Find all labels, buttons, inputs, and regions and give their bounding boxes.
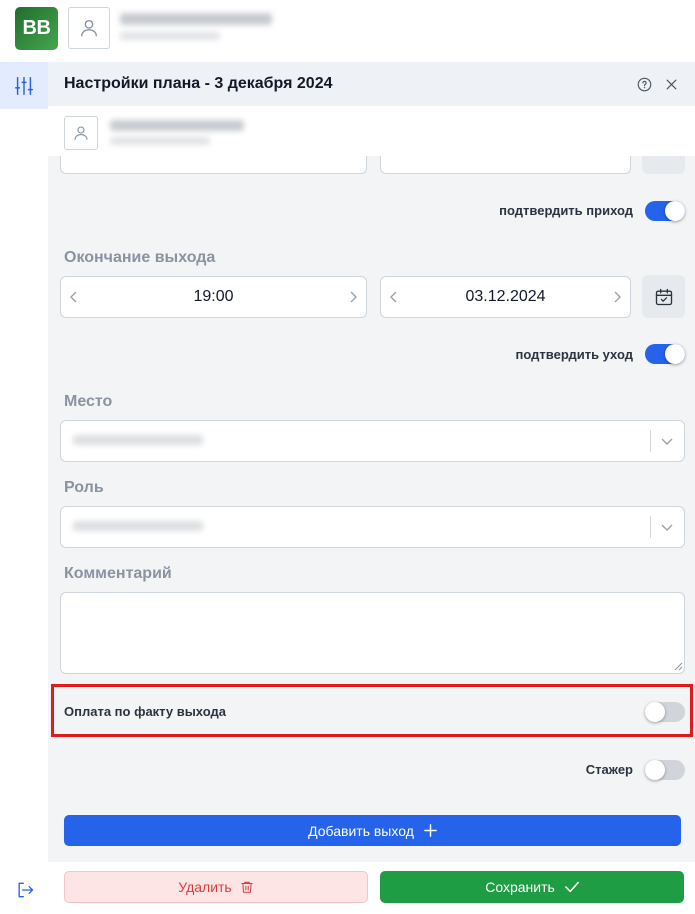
chevron-right-icon[interactable] <box>610 289 624 305</box>
logout-icon <box>18 882 34 898</box>
close-icon <box>666 79 676 89</box>
place-label: Место <box>64 393 113 410</box>
save-button[interactable]: Сохранить <box>380 871 684 903</box>
trash-icon <box>240 881 253 893</box>
chevron-right-icon[interactable] <box>346 289 360 305</box>
plan-settings-panel: Настройки плана - 3 декабря 2024 <box>48 62 695 862</box>
delete-label: Удалить <box>178 879 232 895</box>
exit-end-calendar-button[interactable] <box>642 275 685 318</box>
highlight-frame <box>51 684 693 737</box>
plus-icon <box>424 824 437 837</box>
place-value-redacted <box>73 435 203 445</box>
user-avatar[interactable] <box>68 7 110 49</box>
sliders-icon <box>15 76 33 95</box>
user-icon <box>74 126 88 140</box>
place-select[interactable] <box>60 420 685 462</box>
save-label: Сохранить <box>485 879 555 895</box>
chevron-down-icon[interactable] <box>660 519 674 535</box>
panel-header: Настройки плана - 3 декабря 2024 <box>48 62 695 106</box>
comment-label: Комментарий <box>64 565 172 582</box>
employee-subtitle-redacted <box>110 137 210 145</box>
logout-button[interactable] <box>14 879 36 901</box>
calendar-check-icon <box>655 288 672 305</box>
delete-button[interactable]: Удалить <box>64 871 368 903</box>
role-value-redacted <box>73 521 203 531</box>
trainee-label: Стажер <box>585 762 633 777</box>
help-circle-icon <box>637 77 651 91</box>
exit-end-date-value: 03.12.2024 <box>465 288 546 305</box>
resize-handle-icon[interactable] <box>674 662 683 671</box>
settings-rail-item[interactable] <box>0 62 48 109</box>
add-exit-button[interactable]: Добавить выход <box>64 815 681 846</box>
comment-textarea[interactable] <box>60 592 685 674</box>
exit-end-time-field[interactable]: 19:00 <box>60 276 367 318</box>
check-icon <box>564 881 579 893</box>
chevron-down-icon[interactable] <box>660 433 674 449</box>
user-name-redacted <box>120 13 272 25</box>
employee-name-redacted <box>110 120 244 131</box>
confirm-departure-toggle[interactable] <box>645 344 685 364</box>
confirm-arrival-label: подтвердить приход <box>499 203 633 218</box>
user-subtitle-redacted <box>120 32 220 40</box>
trainee-toggle[interactable] <box>645 760 685 780</box>
exit-end-time-value: 19:00 <box>193 288 234 305</box>
exit-end-label: Окончание выхода <box>64 249 216 266</box>
add-exit-label: Добавить выход <box>308 822 414 839</box>
confirm-departure-label: подтвердить уход <box>515 347 633 362</box>
exit-end-date-field[interactable]: 03.12.2024 <box>380 276 631 318</box>
confirm-arrival-toggle[interactable] <box>645 201 685 221</box>
role-select[interactable] <box>60 506 685 548</box>
employee-avatar <box>64 116 98 150</box>
user-icon <box>80 19 98 37</box>
help-button[interactable] <box>635 75 653 93</box>
app-logo[interactable]: BB <box>15 7 58 50</box>
close-button[interactable] <box>662 75 680 93</box>
left-rail <box>0 62 48 914</box>
role-label: Роль <box>64 479 104 496</box>
panel-title: Настройки плана - 3 декабря 2024 <box>64 75 333 92</box>
